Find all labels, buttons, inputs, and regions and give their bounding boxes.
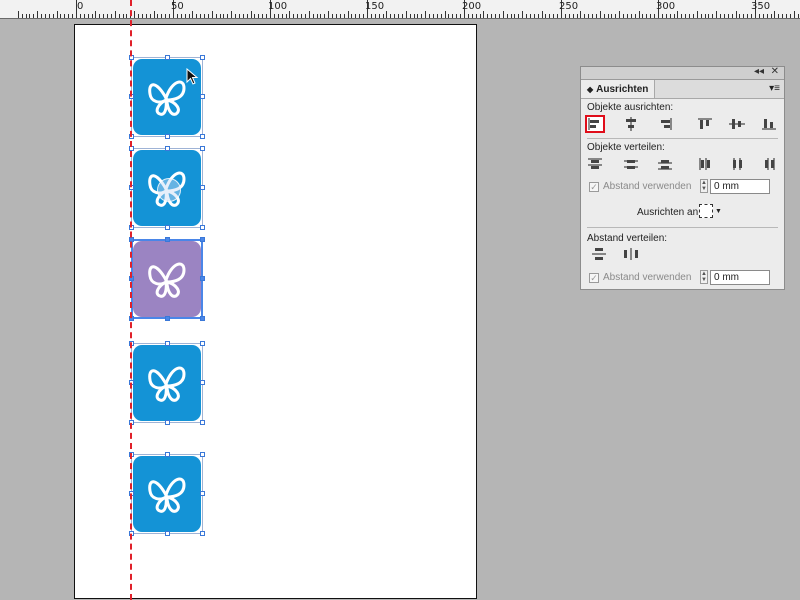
ruler-label-100: 100 xyxy=(268,1,288,12)
distribute-vertical-center-icon xyxy=(624,160,638,169)
distribute-vertical-center-button[interactable] xyxy=(621,155,641,173)
selection-handle[interactable] xyxy=(200,55,205,60)
distribute-spacing-label: Abstand verteilen: xyxy=(587,233,668,244)
align-horizontal-centers-icon xyxy=(626,117,636,131)
ruler-label-50: 50 xyxy=(171,1,184,12)
hand-cursor-icon xyxy=(157,178,181,202)
butterfly-icon-frame-4[interactable] xyxy=(129,341,205,425)
align-top-edges-button[interactable] xyxy=(695,115,715,133)
divider xyxy=(587,227,778,228)
bounding-frame xyxy=(131,454,203,534)
tab-updown-icon: ◆ xyxy=(587,84,594,94)
selection-handle[interactable] xyxy=(165,55,170,60)
distribute-bottom-icon xyxy=(658,160,672,170)
vertical-guide-line[interactable] xyxy=(130,0,132,600)
align-to-label: Ausrichten an: xyxy=(637,207,701,218)
butterfly-icon-frame-3-selected[interactable] xyxy=(129,237,205,321)
panel-tab-row: ◆ Ausrichten ▾≡ xyxy=(581,80,784,99)
distribute-horizontal-center-icon xyxy=(733,158,742,170)
selection-handle[interactable] xyxy=(200,276,205,281)
distribute-horizontal-space-button[interactable] xyxy=(621,245,641,263)
distribute-top-button[interactable] xyxy=(585,155,605,173)
selection-handle[interactable] xyxy=(200,134,205,139)
align-horizontal-centers-button[interactable] xyxy=(621,115,641,133)
spacing-input-2[interactable]: 0 mm xyxy=(710,270,770,285)
ruler-label-0: 0 xyxy=(77,1,84,12)
distribute-vertical-space-icon xyxy=(592,248,606,260)
distribute-objects-label: Objekte verteilen: xyxy=(587,142,665,153)
ruler-label-150: 150 xyxy=(365,1,385,12)
align-to-dropdown-icon[interactable]: ▼ xyxy=(715,208,722,215)
selection-handle[interactable] xyxy=(165,420,170,425)
distribute-left-icon xyxy=(699,158,710,170)
arrow-cursor-icon xyxy=(186,68,199,85)
selection-handle[interactable] xyxy=(200,531,205,536)
ruler-label-350: 350 xyxy=(751,1,771,12)
align-left-edges-button[interactable] xyxy=(585,115,605,133)
bounding-frame xyxy=(131,343,203,423)
spacing-input[interactable]: 0 mm xyxy=(710,179,770,194)
panel-menu-icon[interactable]: ▾≡ xyxy=(769,83,780,94)
selection-handle[interactable] xyxy=(200,452,205,457)
butterfly-icon-frame-5[interactable] xyxy=(129,452,205,536)
ruler-ticks xyxy=(18,0,799,18)
align-objects-label: Objekte ausrichten: xyxy=(587,102,674,113)
spacing-stepper[interactable]: ▲ ▼ xyxy=(700,179,708,193)
selection-handle[interactable] xyxy=(165,452,170,457)
selection-frame xyxy=(131,239,203,319)
selection-handle[interactable] xyxy=(200,341,205,346)
panel-collapse-icon[interactable]: ◂◂ xyxy=(754,66,764,77)
align-to-selection-icon[interactable] xyxy=(699,204,713,218)
distribute-right-button[interactable] xyxy=(759,155,779,173)
selection-handle[interactable] xyxy=(165,531,170,536)
align-vertical-centers-icon xyxy=(729,119,745,129)
align-vertical-centers-button[interactable] xyxy=(727,115,747,133)
selection-handle[interactable] xyxy=(165,134,170,139)
align-bottom-edges-icon xyxy=(762,119,776,130)
ruler-label-300: 300 xyxy=(656,1,676,12)
selection-handle[interactable] xyxy=(200,237,205,242)
divider xyxy=(587,138,778,139)
selection-handle[interactable] xyxy=(200,380,205,385)
align-left-edges-icon xyxy=(588,118,599,130)
selection-handle[interactable] xyxy=(165,146,170,151)
distribute-top-icon xyxy=(588,158,602,169)
align-panel: ◂◂ ✕ ◆ Ausrichten ▾≡ Objekte ausrichten:… xyxy=(580,66,785,290)
selection-handle[interactable] xyxy=(200,185,205,190)
use-spacing-label-2: Abstand verwenden xyxy=(603,272,692,283)
align-bottom-edges-button[interactable] xyxy=(759,115,779,133)
selection-handle[interactable] xyxy=(200,420,205,425)
distribute-horizontal-space-icon xyxy=(624,248,638,260)
tab-label: Ausrichten xyxy=(596,83,649,95)
selection-handle[interactable] xyxy=(200,225,205,230)
ruler-label-250: 250 xyxy=(559,1,579,12)
selection-handle[interactable] xyxy=(200,94,205,99)
use-spacing-checkbox[interactable]: ✓ xyxy=(589,182,599,192)
distribute-right-icon xyxy=(765,158,775,170)
panel-title-bar[interactable]: ◂◂ ✕ xyxy=(581,66,784,80)
spacing-stepper-2[interactable]: ▲ ▼ xyxy=(700,270,708,284)
distribute-vertical-space-button[interactable] xyxy=(589,245,609,263)
selection-handle[interactable] xyxy=(200,316,205,321)
selection-handle[interactable] xyxy=(165,237,170,242)
align-top-edges-icon xyxy=(698,118,712,129)
selection-handle[interactable] xyxy=(200,491,205,496)
distribute-bottom-button[interactable] xyxy=(655,155,675,173)
align-right-edges-icon xyxy=(661,118,672,130)
align-right-edges-button[interactable] xyxy=(655,115,675,133)
distribute-left-button[interactable] xyxy=(695,155,715,173)
use-spacing-label: Abstand verwenden xyxy=(603,181,692,192)
selection-handle[interactable] xyxy=(165,316,170,321)
tab-ausrichten[interactable]: ◆ Ausrichten xyxy=(581,80,656,98)
selection-handle[interactable] xyxy=(200,146,205,151)
horizontal-ruler[interactable]: 0 50 100 150 200 250 300 350 xyxy=(0,0,800,19)
use-spacing-checkbox-2[interactable]: ✓ xyxy=(589,273,599,283)
distribute-horizontal-center-button[interactable] xyxy=(727,155,747,173)
panel-close-icon[interactable]: ✕ xyxy=(771,66,779,77)
selection-handle[interactable] xyxy=(165,341,170,346)
ruler-label-200: 200 xyxy=(462,1,482,12)
selection-handle[interactable] xyxy=(165,225,170,230)
